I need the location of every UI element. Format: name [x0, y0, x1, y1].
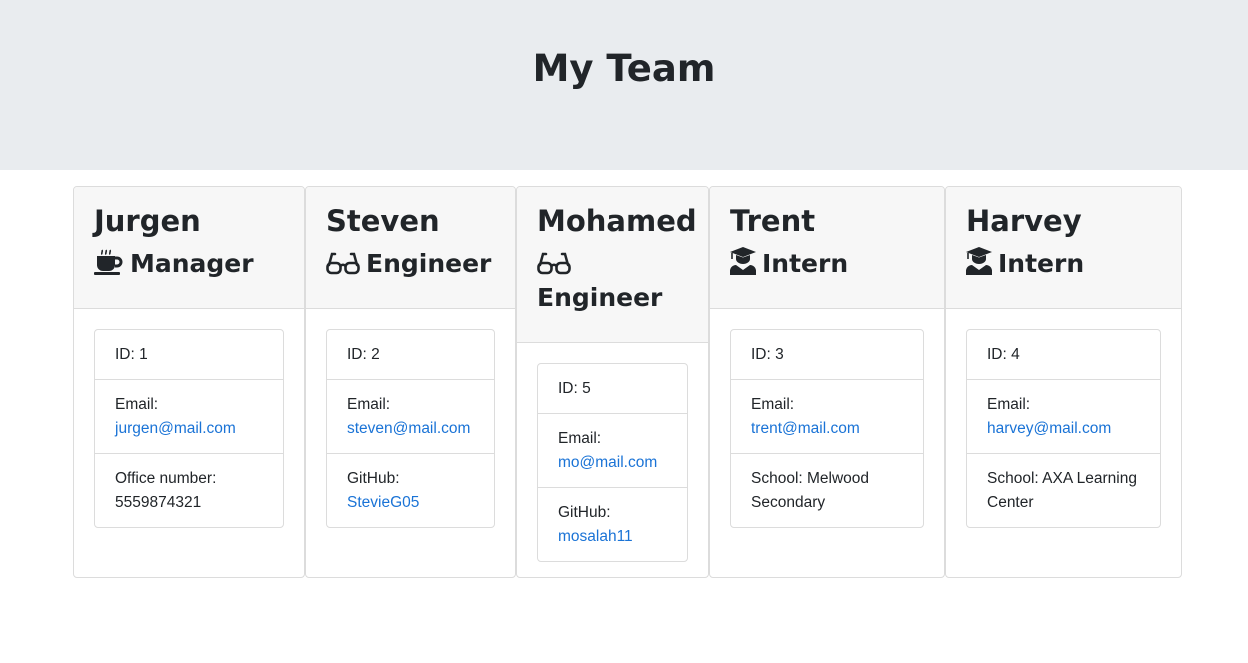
card-header: Mohamed Engineer: [517, 187, 708, 343]
employee-email-row: Email: jurgen@mail.com: [95, 380, 283, 454]
page-title: My Team: [532, 46, 716, 90]
card-header: Trent Intern: [710, 187, 944, 309]
office-number-label: Office number:: [115, 470, 217, 487]
glasses-icon: [326, 251, 360, 275]
employee-card: Mohamed Engineer ID: 5 Email: mo@mail.co…: [516, 186, 709, 578]
employee-email-row: Email: trent@mail.com: [731, 380, 923, 454]
email-label: Email:: [115, 396, 159, 413]
school-row: School: AXA Learning Center: [967, 454, 1160, 527]
graduate-icon: [966, 247, 992, 275]
card-body: ID: 4 Email: harvey@mail.com School: AXA…: [946, 309, 1181, 548]
employee-name: Mohamed: [537, 204, 697, 238]
employee-details: ID: 3 Email: trent@mail.com School: Melw…: [730, 329, 924, 528]
glasses-icon: [537, 251, 571, 275]
card-header: Jurgen Manager: [74, 187, 304, 309]
employee-details: ID: 4 Email: harvey@mail.com School: AXA…: [966, 329, 1161, 528]
employee-card: Jurgen Manager ID: 1 Email: jurgen@mail.…: [73, 186, 305, 578]
employee-role: Engineer: [537, 247, 688, 315]
employee-role: Intern: [730, 247, 924, 281]
employee-name: Harvey: [966, 204, 1082, 238]
email-link[interactable]: harvey@mail.com: [987, 420, 1111, 437]
employee-role: Manager: [94, 247, 284, 281]
team-cards: Jurgen Manager ID: 1 Email: jurgen@mail.…: [73, 186, 1182, 578]
email-label: Email:: [987, 396, 1031, 413]
employee-name: Trent: [730, 204, 816, 238]
card-header: Harvey Intern: [946, 187, 1181, 309]
email-link[interactable]: trent@mail.com: [751, 420, 860, 437]
card-body: ID: 1 Email: jurgen@mail.com Office numb…: [74, 309, 304, 548]
employee-card: Steven Engineer ID: 2 Email: steven@mail…: [305, 186, 516, 578]
card-body: ID: 3 Email: trent@mail.com School: Melw…: [710, 309, 944, 548]
email-link[interactable]: mo@mail.com: [558, 454, 657, 471]
employee-role: Intern: [966, 247, 1161, 281]
employee-details: ID: 2 Email: steven@mail.com GitHub: Ste…: [326, 329, 495, 528]
office-number-value: 5559874321: [115, 494, 202, 511]
github-row: GitHub: mosalah11: [538, 488, 687, 561]
office-number-row: Office number: 5559874321: [95, 454, 283, 527]
employee-id: ID: 1: [95, 330, 283, 380]
page-header: My Team: [0, 0, 1248, 170]
employee-email-row: Email: steven@mail.com: [327, 380, 494, 454]
employee-role: Engineer: [326, 247, 495, 281]
school-label: School:: [987, 470, 1039, 487]
github-link[interactable]: StevieG05: [347, 494, 419, 511]
employee-card: Trent Intern ID: 3 Email: trent@mail.com: [709, 186, 945, 578]
employee-id: ID: 4: [967, 330, 1160, 380]
email-label: Email:: [751, 396, 795, 413]
employee-name: Jurgen: [94, 204, 201, 238]
github-label: GitHub:: [558, 504, 611, 521]
github-row: GitHub: StevieG05: [327, 454, 494, 527]
graduate-icon: [730, 247, 756, 275]
github-link[interactable]: mosalah11: [558, 528, 633, 545]
card-body: ID: 5 Email: mo@mail.com GitHub: mosalah…: [517, 343, 708, 577]
employee-id: ID: 2: [327, 330, 494, 380]
email-link[interactable]: steven@mail.com: [347, 420, 470, 437]
coffee-icon: [94, 249, 124, 275]
school-row: School: Melwood Secondary: [731, 454, 923, 527]
card-body: ID: 2 Email: steven@mail.com GitHub: Ste…: [306, 309, 515, 548]
school-label: School:: [751, 470, 803, 487]
employee-details: ID: 1 Email: jurgen@mail.com Office numb…: [94, 329, 284, 528]
email-link[interactable]: jurgen@mail.com: [115, 420, 236, 437]
card-header: Steven Engineer: [306, 187, 515, 309]
employee-id: ID: 3: [731, 330, 923, 380]
employee-card: Harvey Intern ID: 4 Email: harvey@mail.c…: [945, 186, 1182, 578]
email-label: Email:: [558, 430, 602, 447]
employee-name: Steven: [326, 204, 440, 238]
github-label: GitHub:: [347, 470, 400, 487]
employee-id: ID: 5: [538, 364, 687, 414]
email-label: Email:: [347, 396, 391, 413]
employee-details: ID: 5 Email: mo@mail.com GitHub: mosalah…: [537, 363, 688, 562]
employee-email-row: Email: mo@mail.com: [538, 414, 687, 488]
employee-email-row: Email: harvey@mail.com: [967, 380, 1160, 454]
